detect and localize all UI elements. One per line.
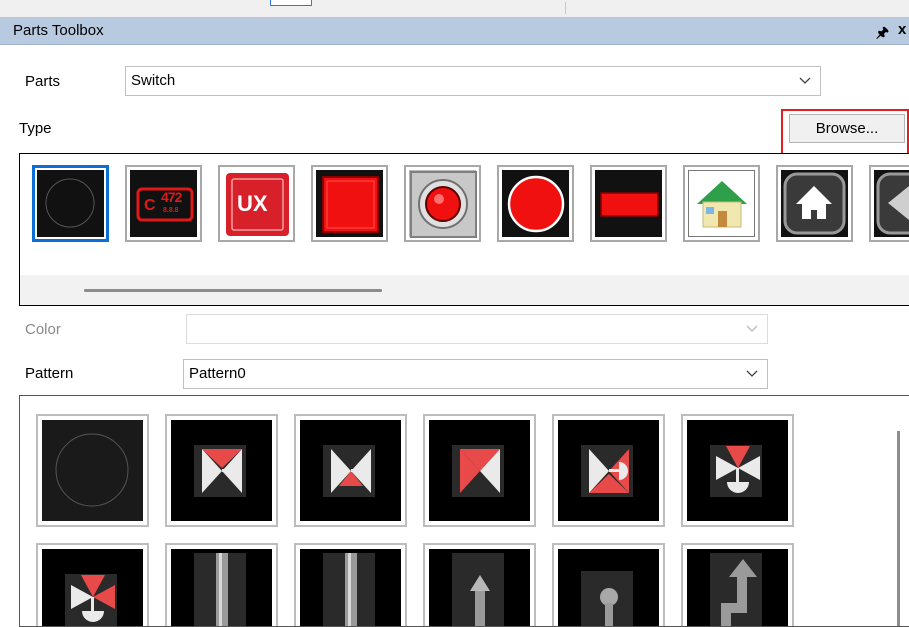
pin-icon[interactable]: 🖈: [876, 22, 889, 46]
pattern-item-valve-red-down-actuator[interactable]: [36, 543, 149, 626]
pattern-item-valve-gray-handle[interactable]: [294, 414, 407, 527]
pipe-icon: [323, 553, 375, 626]
pattern-item-circle-outline[interactable]: [36, 414, 149, 527]
counter-subdigits: 8.8.8: [163, 207, 179, 214]
chevron-down-icon: [746, 315, 758, 343]
red-flat-button-icon: [600, 192, 659, 217]
arrow-left-icon: [876, 172, 909, 235]
type-label: Type: [19, 120, 52, 137]
parts-value: Switch: [131, 72, 176, 89]
panel-title: Parts Toolbox: [13, 22, 104, 39]
pipe-knob-icon: [581, 571, 633, 626]
svg-text:C: C: [144, 197, 156, 214]
pattern-gallery: [19, 395, 909, 627]
browse-button[interactable]: Browse...: [789, 114, 905, 143]
pattern-item-valve-handle[interactable]: [165, 414, 278, 527]
color-dropdown: [186, 314, 768, 344]
pattern-item-valve-down-actuator[interactable]: [681, 414, 794, 527]
type-item-red-round-button[interactable]: [497, 165, 574, 242]
valve-icon: [710, 445, 762, 497]
pattern-value: Pattern0: [189, 365, 246, 382]
counter-digits: 472: [161, 189, 182, 205]
ux-label: UX: [237, 191, 268, 216]
circle-outline-icon: [45, 178, 95, 228]
pattern-item-pipe-arrow-up[interactable]: [423, 543, 536, 626]
valve-icon: [323, 445, 375, 497]
pattern-item-pipe-bend-arrow[interactable]: [681, 543, 794, 626]
arrow-up-icon: [452, 553, 504, 626]
type-item-red-lamp-metal-bezel[interactable]: [404, 165, 481, 242]
top-strip: [0, 0, 909, 17]
home-icon: [783, 172, 846, 235]
pattern-item-pipe-vertical-2[interactable]: [294, 543, 407, 626]
separator: [565, 2, 566, 14]
valve-icon: [452, 445, 504, 497]
red-round-button-icon: [507, 175, 565, 233]
pattern-label: Pattern: [25, 365, 74, 382]
pattern-dropdown[interactable]: Pattern0: [183, 359, 768, 389]
panel-titlebar: Parts Toolbox 🖈 x: [0, 17, 909, 45]
pattern-item-pipe-knob[interactable]: [552, 543, 665, 626]
chevron-down-icon: [746, 360, 758, 388]
pipe-icon: [194, 553, 246, 626]
red-lamp-icon: [410, 171, 477, 238]
type-item-home-icon-color[interactable]: [683, 165, 760, 242]
type-item-red-square-button[interactable]: [311, 165, 388, 242]
type-gallery: C 472 8.8.8 UX: [19, 153, 909, 306]
close-icon[interactable]: x: [898, 21, 906, 38]
type-item-red-flat-button[interactable]: [590, 165, 667, 242]
parts-label: Parts: [25, 73, 61, 90]
type-item-home-icon-black[interactable]: [776, 165, 853, 242]
valve-icon: [581, 445, 633, 497]
vertical-scrollbar[interactable]: [897, 431, 900, 626]
red-square-button-icon: [322, 176, 379, 233]
type-item-digital-counter[interactable]: C 472 8.8.8: [125, 165, 202, 242]
valve-icon: [194, 445, 246, 497]
pipe-bend-arrow-icon: [710, 553, 762, 626]
parts-dropdown[interactable]: Switch: [125, 66, 821, 96]
pattern-item-valve-round-actuator[interactable]: [552, 414, 665, 527]
type-item-circle-outline[interactable]: [32, 165, 109, 242]
type-item-diamond-arrow[interactable]: [869, 165, 909, 242]
home-icon: [697, 181, 747, 228]
pattern-item-pipe-vertical[interactable]: [165, 543, 278, 626]
horizontal-scrollbar[interactable]: [84, 289, 382, 292]
color-label: Color: [25, 321, 61, 338]
valve-icon: [65, 574, 117, 626]
circle-outline-icon: [55, 433, 129, 507]
type-item-ux-button[interactable]: UX: [218, 165, 295, 242]
pattern-item-valve-red[interactable]: [423, 414, 536, 527]
tab-fragment[interactable]: [270, 0, 312, 6]
chevron-down-icon: [799, 67, 811, 95]
